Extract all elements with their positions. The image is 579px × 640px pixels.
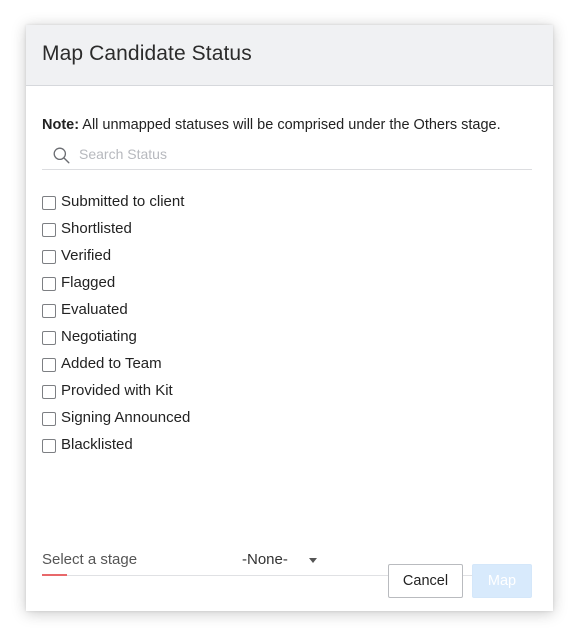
status-item[interactable]: Flagged <box>42 269 190 296</box>
status-item[interactable]: Shortlisted <box>42 215 190 242</box>
status-checkbox[interactable] <box>42 196 56 210</box>
status-label: Evaluated <box>61 301 128 318</box>
status-checkbox[interactable] <box>42 304 56 318</box>
status-item[interactable]: Evaluated <box>42 296 190 323</box>
cancel-button[interactable]: Cancel <box>388 564 463 598</box>
status-label: Negotiating <box>61 328 137 345</box>
required-indicator <box>42 574 67 576</box>
status-checkbox[interactable] <box>42 358 56 372</box>
status-label: Shortlisted <box>61 220 132 237</box>
search-status-input[interactable] <box>79 143 519 165</box>
note-text: Note: All unmapped statuses will be comp… <box>42 117 501 133</box>
stage-selected-value: -None- <box>242 551 288 568</box>
status-label: Provided with Kit <box>61 382 173 399</box>
map-button[interactable]: Map <box>472 564 532 598</box>
status-label: Verified <box>61 247 112 264</box>
search-box <box>42 141 532 170</box>
status-checkbox[interactable] <box>42 223 56 237</box>
dialog-footer: Cancel Map <box>388 564 532 598</box>
stage-dropdown[interactable]: -None- <box>242 551 317 568</box>
status-item[interactable]: Provided with Kit <box>42 377 190 404</box>
dialog-title: Map Candidate Status <box>42 42 252 65</box>
status-label: Submitted to client <box>61 193 185 210</box>
status-item[interactable]: Submitted to client <box>42 188 190 215</box>
status-label: Signing Announced <box>61 409 191 426</box>
stage-label: Select a stage <box>42 551 138 568</box>
status-checkbox[interactable] <box>42 385 56 399</box>
status-item[interactable]: Negotiating <box>42 323 190 350</box>
status-item[interactable]: Verified <box>42 242 190 269</box>
status-label: Blacklisted <box>61 436 133 453</box>
status-label: Added to Team <box>61 355 162 372</box>
status-item[interactable]: Added to Team <box>42 350 190 377</box>
status-checkbox[interactable] <box>42 412 56 426</box>
dialog-header: Map Candidate Status <box>26 25 553 86</box>
status-checkbox[interactable] <box>42 439 56 453</box>
search-icon <box>53 147 70 164</box>
status-item[interactable]: Blacklisted <box>42 431 190 458</box>
status-checkbox[interactable] <box>42 250 56 264</box>
status-item[interactable]: Signing Announced <box>42 404 190 431</box>
note-message: All unmapped statuses will be comprised … <box>79 117 501 133</box>
chevron-down-icon <box>308 557 317 563</box>
map-candidate-status-dialog: Map Candidate Status Note: All unmapped … <box>26 25 553 611</box>
note-label: Note: <box>42 117 80 133</box>
status-checkbox[interactable] <box>42 331 56 345</box>
status-list: Submitted to client Shortlisted Verified… <box>42 188 190 458</box>
status-label: Flagged <box>61 274 116 291</box>
status-checkbox[interactable] <box>42 277 56 291</box>
